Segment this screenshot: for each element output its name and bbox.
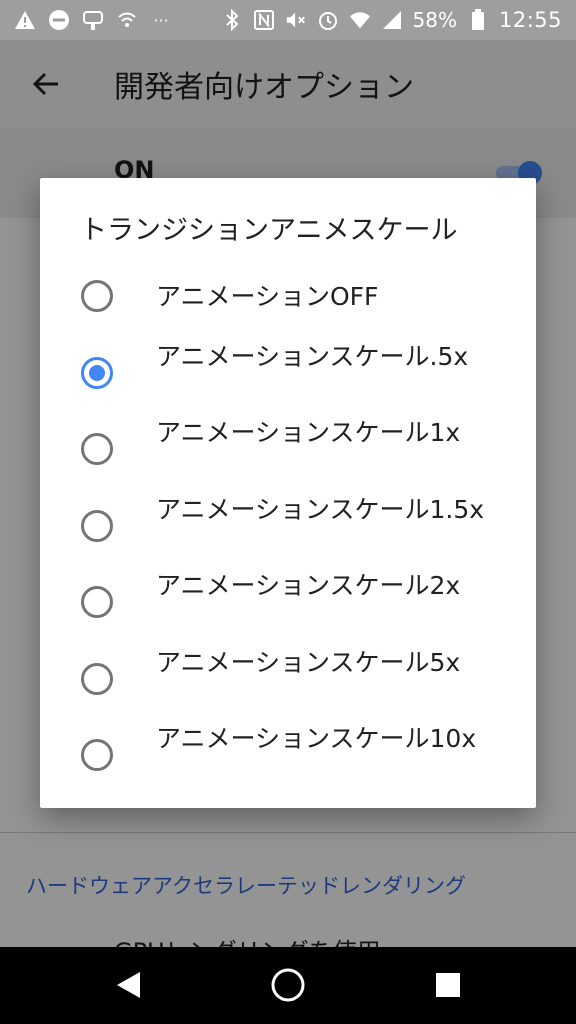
option-scale-2x[interactable]: アニメーションスケール2x xyxy=(40,564,536,641)
radio-button[interactable] xyxy=(81,280,113,313)
radio-button[interactable] xyxy=(81,662,113,695)
radio-button-selected[interactable] xyxy=(81,356,113,389)
voicemail-icon xyxy=(82,9,104,31)
option-scale-0-5x[interactable]: アニメーションスケール.5x xyxy=(40,335,536,412)
option-scale-1x[interactable]: アニメーションスケール1x xyxy=(40,411,536,488)
more-notifications-icon: ··· xyxy=(153,10,169,30)
signal-icon xyxy=(381,9,403,31)
option-label: アニメーションOFF xyxy=(156,282,379,311)
battery-percent: 58% xyxy=(412,8,457,32)
option-label: アニメーションスケール1x xyxy=(156,418,461,447)
option-animation-off[interactable]: アニメーションOFF xyxy=(40,258,536,335)
option-label: アニメーションスケール10x xyxy=(156,724,477,753)
alarm-icon xyxy=(317,9,339,31)
dialog-title: トランジションアニメスケール xyxy=(80,215,458,246)
clock: 12:55 xyxy=(498,8,562,32)
navigation-bar xyxy=(0,947,576,1024)
recents-icon[interactable] xyxy=(428,965,468,1005)
back-icon[interactable] xyxy=(108,965,148,1005)
option-scale-5x[interactable]: アニメーションスケール5x xyxy=(40,641,536,718)
transition-animation-scale-dialog: トランジションアニメスケール アニメーションOFF アニメーションスケール.5x… xyxy=(40,178,536,808)
option-label: アニメーションスケール2x xyxy=(156,571,461,600)
option-label: アニメーションスケール.5x xyxy=(156,341,469,371)
option-scale-10x[interactable]: アニメーションスケール10x xyxy=(40,717,536,794)
radio-button[interactable] xyxy=(81,433,113,466)
radio-option-list: アニメーションOFF アニメーションスケール.5x アニメーションスケール1x … xyxy=(40,258,536,794)
nfc-icon xyxy=(253,9,275,31)
wifi-calling-icon xyxy=(116,9,138,31)
do-not-disturb-icon xyxy=(48,9,70,31)
radio-button[interactable] xyxy=(81,586,113,619)
radio-button[interactable] xyxy=(81,509,113,542)
option-label: アニメーションスケール5x xyxy=(156,647,461,677)
option-scale-1-5x[interactable]: アニメーションスケール1.5x xyxy=(40,488,536,565)
bluetooth-icon xyxy=(221,9,243,31)
warning-icon xyxy=(14,9,36,31)
mute-icon xyxy=(285,9,307,31)
battery-icon xyxy=(467,9,489,31)
wifi-icon xyxy=(349,9,371,31)
home-icon[interactable] xyxy=(268,965,308,1005)
option-label: アニメーションスケール1.5x xyxy=(156,494,485,524)
status-bar: ··· 58% 12:55 xyxy=(0,0,576,40)
radio-button[interactable] xyxy=(81,739,113,772)
